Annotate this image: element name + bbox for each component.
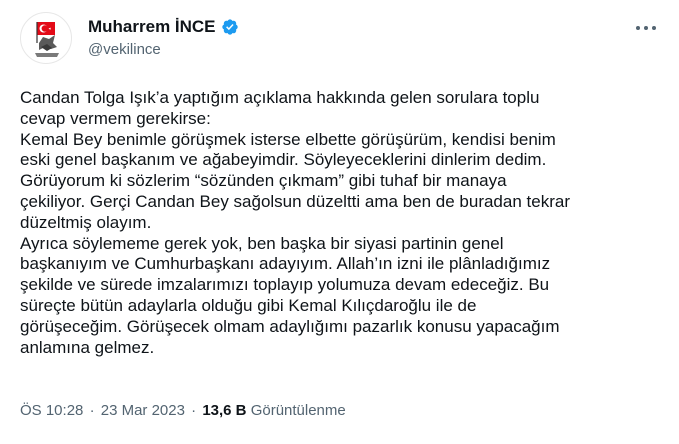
tweet-time[interactable]: ÖS 10:28 [20, 402, 83, 419]
tweet-line: eski genel başkanım ve ağabeyimdir. Söyl… [20, 150, 547, 170]
tweet-line: düzeltmiş olayım. [20, 212, 152, 232]
tweet-text: Candan Tolga Işık’a yaptığım açıklama ha… [20, 88, 668, 358]
display-name[interactable]: Muharrem İNCE [88, 17, 216, 37]
more-dot [644, 26, 648, 30]
tweet-line: Ayrıca söylememe gerek yok, ben başka bi… [20, 233, 504, 253]
author-block: Muharrem İNCE @vekilince [88, 16, 239, 58]
tweet-line: Candan Tolga Işık’a yaptığım açıklama ha… [20, 88, 540, 107]
more-options-icon[interactable] [632, 18, 660, 38]
tweet-line: çekiliyor. Gerçi Candan Bey sağolsun düz… [20, 191, 570, 211]
tweet-line: cevap vermem gerekirse: [20, 108, 211, 128]
views-count: 13,6 B [202, 402, 247, 419]
tweet-meta: ÖS 10:28 · 23 Mar 2023 · 13,6 B Görüntül… [20, 402, 346, 419]
tweet-date[interactable]: 23 Mar 2023 [101, 402, 185, 419]
tweet-line: başkanıyım ve Cumhurbaşkanı adayıyım. Al… [20, 254, 551, 274]
verified-badge-icon [221, 19, 238, 35]
meta-separator: · [191, 402, 197, 419]
handle[interactable]: @vekilince [88, 41, 239, 58]
views-label: Görüntülenme [250, 402, 346, 419]
tweet-card: Muharrem İNCE @vekilince Candan Tolga Iş… [0, 0, 679, 444]
tweet-line: görüşeceğim. Görüşecek olmam adaylığımı … [20, 316, 560, 336]
avatar-emblem-icon [35, 22, 59, 57]
avatar[interactable] [20, 12, 72, 64]
tweet-header: Muharrem İNCE @vekilince [20, 12, 660, 64]
tweet-line: süreçte bütün adaylarla olduğu gibi Kema… [20, 295, 477, 315]
tweet-line: Görüyorum ki sözlerim “sözünden çıkmam” … [20, 171, 507, 191]
meta-separator: · [89, 402, 95, 419]
tweet-line: anlamına gelmez. [20, 337, 155, 357]
more-dot [652, 26, 656, 30]
tweet-line: şekilde ve sürede imzalarımızı toplayıp … [20, 275, 550, 295]
display-name-row: Muharrem İNCE [88, 16, 239, 38]
tweet-line: Kemal Bey benimle görüşmek isterse elbet… [20, 129, 556, 149]
more-dot [636, 26, 640, 30]
